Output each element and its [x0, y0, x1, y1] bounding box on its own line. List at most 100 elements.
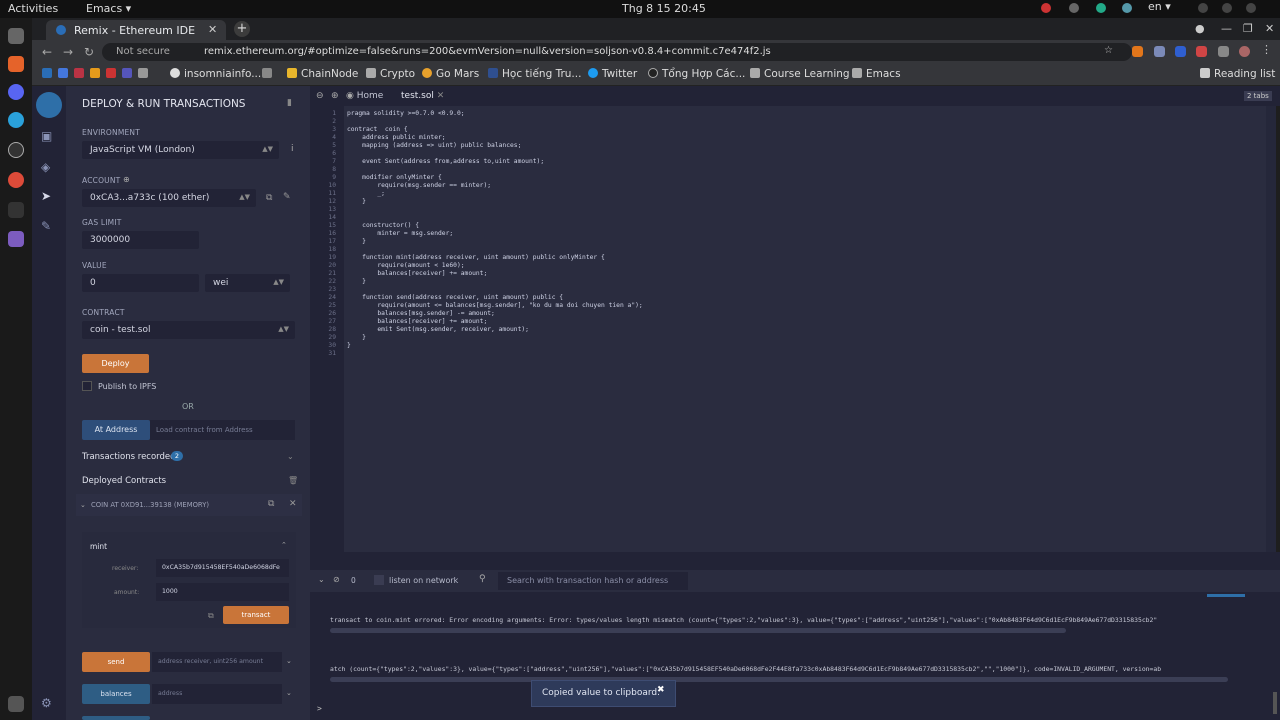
code-line[interactable]: balances[receiver] += amount; — [347, 318, 487, 325]
chevron-down-icon[interactable]: ⌄ — [286, 657, 292, 665]
value-unit-select[interactable]: wei ▲▼ — [205, 274, 290, 292]
bookmark-star-icon[interactable]: ☆ — [1104, 45, 1113, 56]
info-icon[interactable]: ⅰ — [291, 144, 294, 154]
metamask-extension-icon[interactable] — [1132, 46, 1143, 57]
horizontal-scrollbar[interactable] — [330, 677, 1228, 682]
close-window-icon[interactable]: ✕ — [1265, 22, 1274, 35]
reload-icon[interactable]: ↻ — [84, 45, 94, 59]
gas-limit-input[interactable]: 3000000 — [82, 231, 199, 249]
code-line[interactable]: address public minter; — [347, 134, 445, 141]
bookmark-icon[interactable] — [122, 68, 136, 80]
emacs-icon[interactable] — [8, 231, 24, 247]
terminal-search-input[interactable]: Search with transaction hash or address — [498, 572, 688, 590]
discord-icon[interactable] — [8, 84, 24, 100]
send-args-input[interactable]: address receiver, uint256 amount — [152, 652, 282, 672]
collapse-terminal-icon[interactable]: ⌄ — [318, 575, 325, 584]
trash-icon[interactable]: 🗑 — [288, 476, 298, 485]
bookmark-icon[interactable] — [262, 68, 276, 80]
solidity-compiler-icon[interactable]: ◈ — [41, 160, 55, 174]
url-text[interactable]: remix.ethereum.org/#optimize=false&runs=… — [204, 46, 771, 57]
code-line[interactable]: } — [347, 334, 366, 341]
profile-avatar-icon[interactable] — [1239, 46, 1250, 57]
code-line[interactable]: } — [347, 238, 366, 245]
value-input[interactable]: 0 — [82, 274, 199, 292]
code-editor[interactable]: 1 2 3 4 5 6 7 8 9 10 11 12 13 14 15 16 17 18 19 20 21 22 23 24 2… — [310, 106, 1276, 552]
listen-network-checkbox[interactable] — [374, 575, 384, 585]
bookmark-hoc-tieng-tru[interactable]: Học tiếng Tru... — [488, 68, 581, 80]
close-icon[interactable]: ✕ — [289, 499, 297, 509]
bookmark-insomniainfo[interactable]: insomniainfo... — [170, 68, 261, 80]
zoom-out-icon[interactable]: ⊖ — [316, 91, 324, 101]
copy-icon[interactable]: ⧉ — [266, 193, 272, 203]
terminal-vertical-scrollbar[interactable] — [1273, 692, 1277, 714]
copy-calldata-icon[interactable]: ⧉ — [208, 611, 214, 621]
extension-icon[interactable] — [1154, 46, 1165, 57]
code-line[interactable]: require(msg.sender == minter); — [347, 182, 491, 189]
activities-button[interactable]: Activities — [8, 2, 58, 15]
code-line[interactable]: balances[msg.sender] -= amount; — [347, 310, 495, 317]
system-clock[interactable]: Thg 8 15 20:45 — [622, 2, 706, 15]
not-secure-label[interactable]: Not secure — [116, 46, 170, 57]
add-account-icon[interactable]: ⊕ — [123, 175, 130, 184]
tab-home[interactable]: ◉ Home — [346, 91, 383, 101]
bookmark-chainnode[interactable]: ChainNode — [287, 68, 358, 80]
transact-button[interactable]: transact — [223, 606, 289, 624]
editor-scrollbar[interactable] — [1266, 106, 1276, 552]
close-tab-icon[interactable]: ✕ — [208, 23, 217, 36]
telegram-icon[interactable] — [8, 112, 24, 128]
chevron-down-icon[interactable]: ⌄ — [286, 689, 292, 697]
extension-icon[interactable] — [1196, 46, 1207, 57]
bookmark-icon[interactable] — [106, 68, 120, 80]
deploy-button[interactable]: Deploy — [82, 354, 149, 373]
code-line[interactable]: emit Sent(msg.sender, receiver, amount); — [347, 326, 529, 333]
profile-icon[interactable]: ● — [1195, 22, 1205, 35]
balances-button[interactable]: balances — [82, 684, 150, 704]
code-line[interactable]: } — [347, 342, 351, 349]
edit-icon[interactable]: ✎ — [283, 192, 291, 202]
files-icon[interactable] — [8, 28, 24, 44]
zoom-in-icon[interactable]: ⊕ — [331, 91, 339, 101]
balances-args-input[interactable]: address — [152, 684, 282, 704]
bookmark-icon[interactable] — [58, 68, 72, 80]
minimize-icon[interactable]: — — [1221, 22, 1232, 35]
menu-kebab-icon[interactable]: ⋮ — [1261, 43, 1272, 56]
code-line[interactable]: contract coin { — [347, 126, 408, 133]
bookmark-icon[interactable] — [74, 68, 88, 80]
function-button[interactable] — [82, 716, 150, 720]
code-line[interactable]: minter = msg.sender; — [347, 230, 453, 237]
terminal-icon[interactable] — [8, 202, 24, 218]
environment-select[interactable]: JavaScript VM (London) ▲▼ — [82, 141, 279, 159]
clear-console-icon[interactable]: ⊘ — [333, 575, 340, 584]
account-select[interactable]: 0xCA3...a733c (100 ether) ▲▼ — [82, 189, 256, 207]
code-line[interactable]: require(amount < 1e60); — [347, 262, 464, 269]
bookmark-go-mars[interactable]: Go Mars — [422, 68, 479, 80]
bookmark-tong-hop-cac[interactable]: Tổng Hợp Các... — [648, 68, 745, 80]
tray-icon[interactable] — [1041, 3, 1051, 13]
console-prompt[interactable]: > — [317, 704, 322, 713]
code-line[interactable]: function send(address receiver, uint amo… — [347, 294, 563, 301]
code-line[interactable]: modifier onlyMinter { — [347, 174, 442, 181]
code-line[interactable]: event Sent(address from,address to,uint … — [347, 158, 544, 165]
back-icon[interactable]: ← — [42, 45, 52, 59]
code-line[interactable]: function mint(address receiver, uint amo… — [347, 254, 605, 261]
network-icon[interactable] — [1198, 3, 1208, 13]
volume-icon[interactable] — [1222, 3, 1232, 13]
code-line[interactable]: } — [347, 278, 366, 285]
transactions-recorded-label[interactable]: Transactions recorded — [82, 452, 176, 462]
panel-toggle-icon[interactable]: ▮ — [287, 98, 292, 108]
close-tab-icon[interactable]: ✕ — [434, 91, 445, 101]
chevron-down-icon[interactable]: ⌄ — [287, 452, 294, 461]
tabs-count-badge[interactable]: 2 tabs — [1244, 91, 1272, 101]
plugin-manager-icon[interactable]: ✎ — [41, 219, 55, 233]
remix-logo-icon[interactable] — [36, 92, 62, 118]
bookmark-folder-emacs[interactable]: Emacs — [852, 68, 901, 80]
extensions-puzzle-icon[interactable] — [1218, 46, 1229, 57]
deploy-run-icon[interactable]: ➤ — [41, 189, 55, 203]
contract-select[interactable]: coin - test.sol ▲▼ — [82, 321, 295, 339]
close-toast-icon[interactable]: ✖ — [657, 685, 665, 695]
bookmark-folder-course-learning[interactable]: Course Learning — [750, 68, 850, 80]
settings-gear-icon[interactable]: ⚙ — [41, 696, 55, 710]
bookmark-twitter[interactable]: Twitter — [588, 68, 637, 80]
extension-icon[interactable] — [1175, 46, 1186, 57]
amount-input[interactable]: 1000 — [156, 583, 289, 601]
